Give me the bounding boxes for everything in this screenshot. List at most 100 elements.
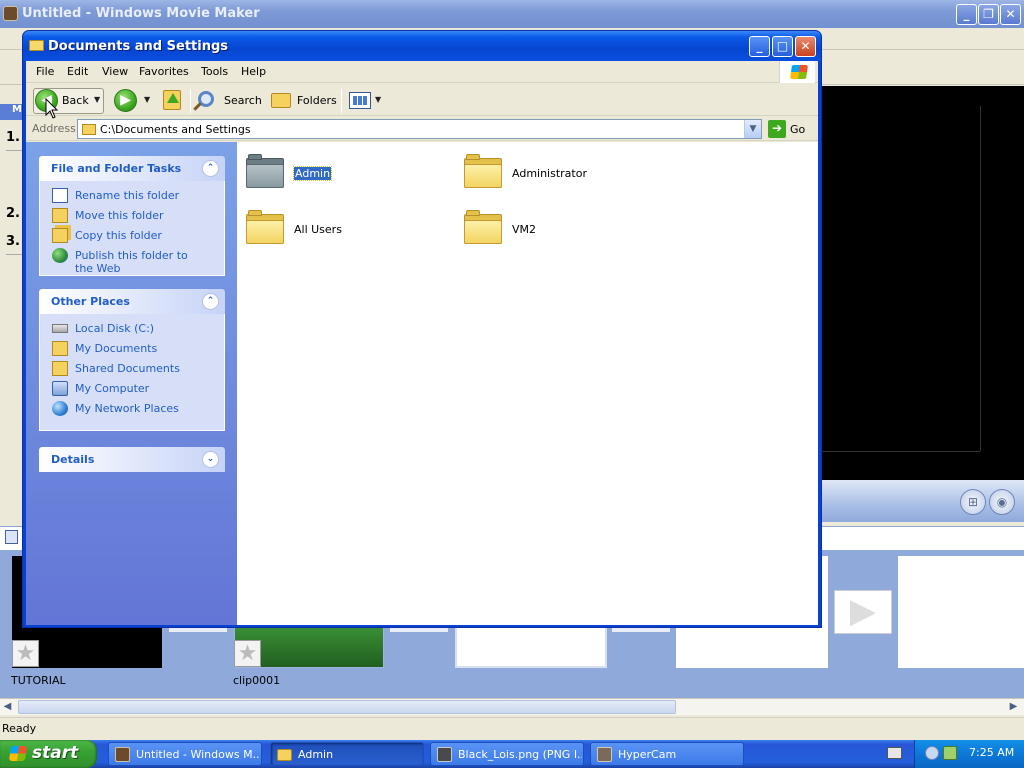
shared-folder-icon — [52, 361, 68, 376]
other-places-panel: Other Places ⌃ Local Disk (C:) My Docume… — [39, 289, 225, 431]
transition-star-icon[interactable]: ★ — [12, 640, 39, 667]
forward-dropdown-icon[interactable]: ▼ — [144, 95, 150, 104]
folder-admin[interactable]: Admin — [246, 154, 456, 198]
movie-maker-restore-button[interactable]: ❐ — [978, 4, 999, 25]
folder-all-users[interactable]: All Users — [246, 210, 456, 254]
up-folder-icon[interactable] — [163, 90, 181, 110]
storyboard-view-icon[interactable] — [5, 530, 18, 544]
explorer-task-pane: File and Folder Tasks ⌃ Rename this fold… — [26, 142, 237, 625]
transition-slot[interactable] — [390, 628, 448, 632]
place-label: My Documents — [75, 342, 158, 355]
go-arrow-icon[interactable]: ➔ — [768, 120, 786, 138]
movie-maker-minimize-button[interactable]: _ — [956, 4, 977, 25]
windows-flag-logo — [779, 61, 815, 83]
menu-edit[interactable]: Edit — [67, 65, 88, 78]
place-local-disk[interactable]: Local Disk (C:) — [52, 320, 222, 338]
collapse-chevron-icon[interactable]: ⌃ — [202, 293, 219, 310]
snapshot-icon[interactable]: ◉ — [989, 489, 1015, 515]
explorer-close-button[interactable]: ✕ — [795, 36, 816, 57]
folder-vm2[interactable]: VM2 — [464, 210, 674, 254]
movie-maker-step-1[interactable]: 1. — [6, 130, 20, 145]
back-button[interactable]: Back — [62, 94, 89, 107]
task-publish-folder[interactable]: Publish this folder to the Web — [52, 247, 222, 273]
keyboard-icon[interactable] — [887, 747, 902, 759]
taskbar-button-hypercam[interactable]: HyperCam — [590, 742, 744, 766]
collapse-chevron-icon[interactable]: ⌃ — [202, 160, 219, 177]
address-input[interactable]: C:\Documents and Settings ▼ — [77, 119, 762, 139]
task-label: Move this folder — [75, 209, 164, 222]
task-label: Rename this folder — [75, 189, 180, 202]
address-bar: Address C:\Documents and Settings ▼ ➔ Go — [26, 117, 818, 141]
search-button[interactable]: Search — [224, 94, 262, 107]
windows-logo-icon — [790, 65, 808, 79]
file-folder-tasks-header[interactable]: File and Folder Tasks ⌃ — [39, 156, 225, 181]
explorer-maximize-button[interactable]: □ — [772, 36, 793, 57]
folders-button[interactable]: Folders — [297, 94, 337, 107]
other-places-header[interactable]: Other Places ⌃ — [39, 289, 225, 314]
place-network-places[interactable]: My Network Places — [52, 400, 222, 418]
transition-star-icon[interactable]: ★ — [234, 640, 261, 667]
place-shared-documents[interactable]: Shared Documents — [52, 360, 222, 378]
task-label: Publish this folder to the Web — [75, 249, 188, 273]
storyboard-scrollbar[interactable]: ◀ ▶ — [0, 698, 1024, 715]
movie-maker-status-bar: Ready — [0, 717, 1024, 740]
folders-icon[interactable] — [271, 93, 291, 108]
movie-maker-step-2[interactable]: 2. — [6, 206, 20, 221]
scroll-left-icon[interactable]: ◀ — [0, 700, 15, 714]
split-clip-icon[interactable]: ⊞ — [960, 489, 986, 515]
file-folder-tasks-title: File and Folder Tasks — [51, 162, 182, 175]
menu-favorites[interactable]: Favorites — [139, 65, 189, 78]
details-title: Details — [51, 453, 95, 466]
scrollbar-thumb[interactable] — [18, 700, 676, 714]
movie-maker-step-3[interactable]: 3. — [6, 234, 20, 249]
explorer-body: File Edit View Favorites Tools Help ◀ Ba… — [26, 61, 818, 625]
taskbar-button-image-viewer[interactable]: Black_Lois.png (PNG I... — [430, 742, 584, 766]
place-my-documents[interactable]: My Documents — [52, 340, 222, 358]
clock[interactable]: 7:25 AM — [969, 746, 1014, 759]
movie-maker-title-bar[interactable]: Untitled - Windows Movie Maker _ ❐ ✕ — [0, 0, 1024, 28]
details-header[interactable]: Details ⌄ — [39, 447, 225, 472]
menu-tools[interactable]: Tools — [201, 65, 228, 78]
movie-maker-close-button[interactable]: ✕ — [1000, 4, 1021, 25]
preview-playback-bar: ⊞ ◉ — [820, 480, 1024, 522]
address-dropdown-icon[interactable]: ▼ — [744, 120, 761, 138]
explorer-title-bar[interactable]: Documents and Settings _ □ ✕ — [23, 31, 821, 61]
back-dropdown-icon[interactable]: ▼ — [94, 95, 100, 104]
task-rename-folder[interactable]: Rename this folder — [52, 187, 222, 205]
tray-speaker-icon[interactable] — [925, 746, 939, 760]
transition-slot[interactable] — [612, 628, 670, 632]
empty-storyboard-slot[interactable] — [898, 556, 1024, 668]
details-panel: Details ⌄ — [39, 447, 225, 472]
task-label: Copy this folder — [75, 229, 162, 242]
movie-maker-tasks-header[interactable]: M — [0, 104, 24, 120]
views-dropdown-icon[interactable]: ▼ — [375, 95, 381, 104]
monitor-divider — [980, 106, 981, 451]
start-button[interactable]: start — [0, 740, 97, 768]
place-my-computer[interactable]: My Computer — [52, 380, 222, 398]
menu-file[interactable]: File — [36, 65, 54, 78]
copy-folder-icon — [52, 228, 68, 243]
monitor-divider — [820, 451, 980, 452]
forward-arrow-icon[interactable]: ▶ — [114, 89, 137, 112]
movie-maker-app-icon — [3, 6, 18, 21]
taskbar-button-movie-maker[interactable]: Untitled - Windows M... — [108, 742, 262, 766]
expand-chevron-icon[interactable]: ⌄ — [202, 451, 219, 468]
search-icon[interactable] — [198, 91, 214, 107]
start-label: start — [32, 743, 79, 763]
folder-icon — [464, 154, 502, 188]
go-button[interactable]: Go — [790, 123, 805, 136]
explorer-minimize-button[interactable]: _ — [749, 36, 770, 57]
menu-view[interactable]: View — [102, 65, 128, 78]
views-icon[interactable] — [349, 92, 371, 109]
taskbar-button-admin[interactable]: Admin — [270, 742, 424, 766]
other-places-title: Other Places — [51, 295, 130, 308]
folder-administrator[interactable]: Administrator — [464, 154, 674, 198]
menu-help[interactable]: Help — [241, 65, 266, 78]
task-copy-folder[interactable]: Copy this folder — [52, 227, 222, 245]
explorer-menu-bar: File Edit View Favorites Tools Help — [26, 61, 818, 83]
tray-network-icon[interactable] — [943, 746, 957, 760]
scroll-right-icon[interactable]: ▶ — [1006, 700, 1021, 714]
transition-slot[interactable] — [169, 628, 227, 632]
task-move-folder[interactable]: Move this folder — [52, 207, 222, 225]
place-label: Local Disk (C:) — [75, 322, 155, 335]
